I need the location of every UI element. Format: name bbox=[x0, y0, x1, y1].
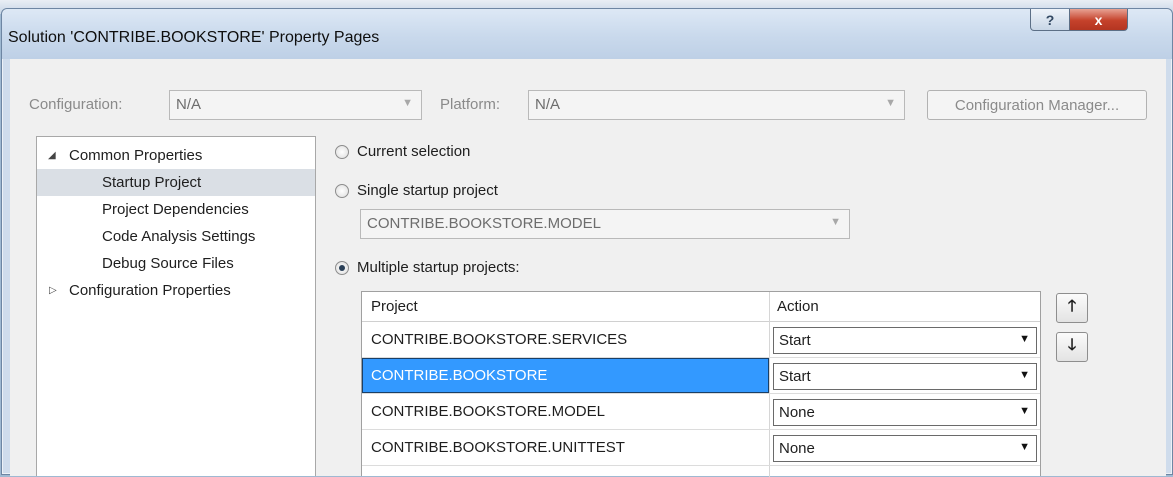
grid-header: Project Action bbox=[362, 292, 1040, 322]
chevron-down-icon: ▼ bbox=[1019, 369, 1030, 381]
table-row[interactable]: CONTRIBE.BOOKSTORE.SERVICES Start ▼ bbox=[362, 322, 1040, 358]
project-cell-selected[interactable]: CONTRIBE.BOOKSTORE bbox=[362, 358, 769, 393]
tree-item-label: Startup Project bbox=[102, 174, 202, 191]
chevron-down-icon: ▼ bbox=[830, 216, 841, 228]
dialog-body: Configuration: N/A ▼ Platform: N/A ▼ Con… bbox=[10, 59, 1166, 477]
action-dropdown[interactable]: Start ▼ bbox=[773, 363, 1037, 390]
tree-item-startup-project[interactable]: Startup Project bbox=[37, 169, 315, 196]
tree-item-label: Project Dependencies bbox=[102, 201, 249, 218]
tree-item-label: Code Analysis Settings bbox=[102, 228, 256, 245]
chevron-down-icon: ▼ bbox=[402, 97, 413, 109]
tree-item-common-properties[interactable]: ◢ Common Properties bbox=[37, 142, 315, 169]
action-value: Start bbox=[779, 332, 811, 349]
property-pages-dialog: Solution 'CONTRIBE.BOOKSTORE' Property P… bbox=[1, 8, 1173, 477]
tree-item-code-analysis-settings[interactable]: Code Analysis Settings bbox=[37, 223, 315, 250]
action-dropdown[interactable]: Start ▼ bbox=[773, 327, 1037, 354]
configuration-manager-button[interactable]: Configuration Manager... bbox=[927, 90, 1147, 120]
tree-item-debug-source-files[interactable]: Debug Source Files bbox=[37, 250, 315, 277]
project-cell[interactable]: CONTRIBE.BOOKSTORE.UNITTEST bbox=[362, 430, 769, 465]
help-icon: ? bbox=[1045, 11, 1055, 28]
collapsed-arrow-icon[interactable]: ▷ bbox=[49, 277, 57, 304]
close-icon: x bbox=[1094, 11, 1103, 28]
table-row[interactable]: CONTRIBE.BOOKSTORE.UNITTEST None ▼ bbox=[362, 430, 1040, 466]
action-dropdown[interactable]: None ▼ bbox=[773, 435, 1037, 462]
arrow-down-icon: 🡓 bbox=[1067, 336, 1077, 354]
tree-item-project-dependencies[interactable]: Project Dependencies bbox=[37, 196, 315, 223]
chevron-down-icon: ▼ bbox=[1019, 333, 1030, 345]
tree-item-configuration-properties[interactable]: ▷ Configuration Properties bbox=[37, 277, 315, 304]
configuration-dropdown[interactable]: N/A ▼ bbox=[169, 90, 422, 120]
chevron-down-icon: ▼ bbox=[1019, 405, 1030, 417]
single-startup-label: Single startup project bbox=[357, 182, 498, 199]
single-startup-option[interactable]: Single startup project bbox=[335, 182, 498, 199]
multiple-startup-radio[interactable] bbox=[335, 260, 349, 275]
multiple-startup-option[interactable]: Multiple startup projects: bbox=[335, 259, 520, 276]
action-value: None bbox=[779, 440, 815, 457]
configuration-label: Configuration: bbox=[29, 96, 123, 113]
startup-projects-grid: Project Action CONTRIBE.BOOKSTORE.SERVIC… bbox=[361, 291, 1041, 477]
tree-item-label: Common Properties bbox=[69, 147, 203, 164]
single-startup-radio[interactable] bbox=[335, 183, 349, 198]
configuration-value: N/A bbox=[176, 96, 202, 113]
project-cell[interactable]: CONTRIBE.BOOKSTORE.SERVICES bbox=[362, 322, 769, 357]
action-value: None bbox=[779, 404, 815, 421]
tree-item-label: Debug Source Files bbox=[102, 255, 234, 272]
action-value: Start bbox=[779, 368, 811, 385]
property-tree: ◢ Common Properties Startup Project Proj… bbox=[36, 136, 316, 476]
arrow-up-icon: 🡑 bbox=[1067, 297, 1077, 315]
move-down-button[interactable]: 🡓 bbox=[1056, 332, 1088, 362]
single-startup-dropdown[interactable]: CONTRIBE.BOOKSTORE.MODEL ▼ bbox=[360, 209, 850, 239]
tree-item-label: Configuration Properties bbox=[69, 282, 231, 299]
current-selection-label: Current selection bbox=[357, 143, 471, 160]
project-cell[interactable]: CONTRIBE.BOOKSTORE.MODEL bbox=[362, 394, 769, 429]
close-button[interactable]: x bbox=[1069, 9, 1128, 31]
current-selection-radio[interactable] bbox=[335, 144, 349, 159]
platform-label: Platform: bbox=[440, 96, 501, 113]
expanded-arrow-icon[interactable]: ◢ bbox=[48, 142, 56, 169]
chevron-down-icon: ▼ bbox=[885, 97, 896, 109]
platform-value: N/A bbox=[535, 96, 561, 113]
project-column-header: Project bbox=[371, 298, 418, 315]
action-column-header: Action bbox=[777, 298, 819, 315]
dialog-title: Solution 'CONTRIBE.BOOKSTORE' Property P… bbox=[8, 29, 380, 46]
title-bar: Solution 'CONTRIBE.BOOKSTORE' Property P… bbox=[2, 9, 1172, 59]
multiple-startup-label: Multiple startup projects: bbox=[357, 259, 520, 276]
platform-dropdown[interactable]: N/A ▼ bbox=[528, 90, 905, 120]
help-button[interactable]: ? bbox=[1030, 9, 1070, 31]
current-selection-option[interactable]: Current selection bbox=[335, 143, 470, 160]
single-startup-value: CONTRIBE.BOOKSTORE.MODEL bbox=[367, 215, 601, 232]
action-dropdown[interactable]: None ▼ bbox=[773, 399, 1037, 426]
table-row[interactable]: CONTRIBE.BOOKSTORE.MODEL None ▼ bbox=[362, 394, 1040, 430]
move-up-button[interactable]: 🡑 bbox=[1056, 293, 1088, 323]
chevron-down-icon: ▼ bbox=[1019, 441, 1030, 453]
table-row[interactable]: CONTRIBE.BOOKSTORE Start ▼ bbox=[362, 358, 1040, 394]
